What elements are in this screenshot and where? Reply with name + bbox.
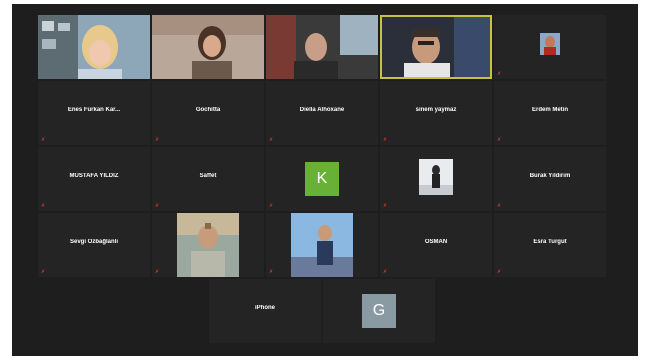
muted-mic-icon: ✗ [269, 269, 274, 275]
muted-mic-icon: ✗ [383, 203, 388, 209]
muted-mic-icon: ✗ [497, 137, 502, 143]
muted-mic-icon: ✗ [497, 203, 502, 209]
profile-photo [177, 213, 239, 277]
participant-tile[interactable]: sinem yaymaz ✗ [380, 81, 492, 145]
participant-tile[interactable]: Esra Turgut ✗ [494, 213, 606, 277]
participant-name: Gochitta [195, 107, 221, 113]
profile-photo [291, 213, 353, 277]
profile-photo [540, 33, 560, 55]
participant-tile[interactable]: iPhone [209, 279, 321, 343]
muted-mic-icon: ✗ [383, 269, 388, 275]
muted-mic-icon: ✗ [497, 269, 502, 275]
participant-tile[interactable]: MUSTAFA YILDIZ ✗ [38, 147, 150, 211]
participant-tile[interactable]: OSMAN ✗ [380, 213, 492, 277]
muted-mic-icon: ✗ [155, 269, 160, 275]
meeting-gallery-view: ✗ Enes Furkan Kar... ✗ Gochitta ✗ Diella… [12, 4, 638, 356]
muted-mic-icon: ✗ [383, 137, 388, 143]
participant-tile[interactable]: Erdem Metin ✗ [494, 81, 606, 145]
participant-name: sinem yaymaz [415, 107, 457, 113]
participant-name: iPhone [254, 305, 275, 311]
muted-mic-icon: ✗ [41, 269, 46, 275]
participant-video-2[interactable] [152, 15, 264, 79]
participant-tile-photo[interactable]: ✗ [380, 147, 492, 211]
participant-name: Burak Yıldırım [529, 173, 571, 179]
participant-tile[interactable]: Gochitta ✗ [152, 81, 264, 145]
participant-name: MUSTAFA YILDIZ [69, 173, 119, 179]
participant-video-active-speaker[interactable] [380, 15, 492, 79]
muted-mic-icon: ✗ [155, 203, 160, 209]
participant-tile-photo[interactable]: ✗ [152, 213, 264, 277]
participant-tile[interactable]: Sevgi Özbağlanlı ✗ [38, 213, 150, 277]
video-feed-image [152, 15, 264, 79]
participant-photo-1[interactable]: ✗ [494, 15, 606, 79]
participant-tile[interactable]: Diella Alhoxane ✗ [266, 81, 378, 145]
muted-mic-icon: ✗ [497, 71, 502, 77]
participant-name: Saffet [199, 173, 217, 179]
profile-photo [419, 159, 453, 195]
participant-name: Erdem Metin [531, 107, 568, 113]
participant-name: Esra Turgut [533, 239, 567, 245]
participant-name: Enes Furkan Kar... [67, 107, 121, 113]
muted-mic-icon: ✗ [155, 137, 160, 143]
participant-video-3[interactable] [266, 15, 378, 79]
participant-name: OSMAN [424, 239, 448, 245]
participant-tile-photo[interactable]: ✗ [266, 213, 378, 277]
participant-tile[interactable]: Burak Yıldırım ✗ [494, 147, 606, 211]
participant-tile[interactable]: Enes Furkan Kar... ✗ [38, 81, 150, 145]
muted-mic-icon: ✗ [41, 203, 46, 209]
participant-tile-avatar[interactable]: K ✗ [266, 147, 378, 211]
muted-mic-icon: ✗ [41, 137, 46, 143]
video-feed-image [382, 17, 490, 77]
participant-name: Diella Alhoxane [299, 107, 345, 113]
muted-mic-icon: ✗ [269, 137, 274, 143]
video-feed-image [266, 15, 378, 79]
muted-mic-icon: ✗ [269, 203, 274, 209]
participant-tile[interactable]: Saffet ✗ [152, 147, 264, 211]
participant-name: Sevgi Özbağlanlı [69, 239, 118, 245]
participant-tile-avatar[interactable]: G [323, 279, 435, 343]
participant-video-1[interactable] [38, 15, 150, 79]
video-feed-image [38, 15, 150, 79]
avatar: G [362, 294, 396, 328]
avatar: K [305, 162, 339, 196]
